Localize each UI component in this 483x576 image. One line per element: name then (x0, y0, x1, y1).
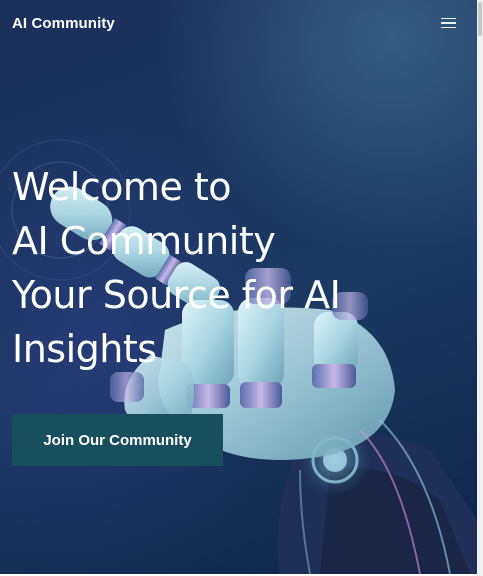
hero-section: AI Community Welcome to AI Community You… (0, 0, 477, 574)
brand-logo[interactable]: AI Community (12, 15, 115, 32)
menu-line (441, 22, 456, 24)
menu-line (441, 17, 456, 20)
hero-text: Welcome to AI Community Your Source for … (12, 160, 452, 376)
hero-title-line: AI Community (12, 219, 276, 263)
hamburger-menu-icon[interactable] (441, 13, 461, 33)
hero-title: Welcome to AI Community Your Source for … (12, 160, 452, 376)
join-community-button[interactable]: Join Our Community (12, 414, 223, 466)
hero-title-line: Insights (12, 327, 157, 371)
hero-title-line: Your Source for AI (12, 273, 341, 317)
navbar: AI Community (0, 0, 477, 46)
scrollbar-thumb[interactable] (478, 2, 482, 36)
hero-title-line: Welcome to (12, 165, 232, 209)
menu-line (441, 26, 456, 29)
scrollbar-track[interactable] (477, 0, 483, 576)
